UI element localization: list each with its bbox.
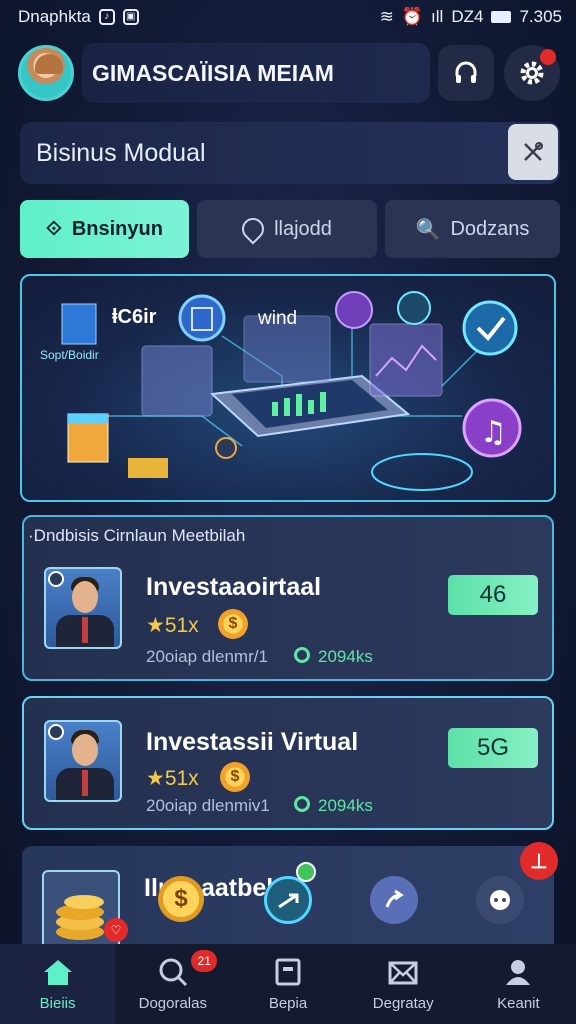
- headphones-icon: [455, 61, 477, 83]
- shield-icon: [237, 213, 269, 245]
- share-icon: [278, 893, 299, 909]
- banner-subcaption: Sopt/Boidir: [40, 348, 99, 362]
- document-icon: [275, 958, 301, 985]
- envelope-icon: [388, 961, 418, 984]
- bottom-navigation: Bieiis Dogoralas 21 Bepia Degratay Keani…: [0, 944, 576, 1024]
- nav-label: Bieiis: [39, 994, 76, 1012]
- tab-liquid[interactable]: llajodd: [197, 200, 377, 258]
- category-tabs: ⟐ Bnsinyun llajodd 🔍 Dodzans: [20, 200, 560, 258]
- nav-label: Bepia: [268, 994, 308, 1012]
- card-count: 2094ks: [294, 796, 373, 816]
- tools-button[interactable]: [508, 124, 558, 180]
- tab-business[interactable]: ⟐ Bnsinyun: [20, 200, 189, 258]
- app-header: GIMASCAЇISIA MEIAM: [18, 42, 560, 104]
- avatar[interactable]: [18, 45, 74, 101]
- alert-badge[interactable]: ⊥: [520, 842, 558, 880]
- banner-caption: ⱡC6ir: [112, 306, 157, 328]
- card-title: Investassii Virtual: [146, 728, 359, 756]
- diamond-arrow-icon: ⟐: [46, 217, 62, 240]
- app-notification-icon: ♪: [98, 9, 115, 25]
- module-label: Bisinus Modual: [36, 138, 206, 167]
- search-tool-icon: 🔍: [415, 218, 441, 241]
- card-meta: 20oiap dlenmr/1: [146, 647, 268, 666]
- chat-button[interactable]: [476, 876, 524, 924]
- banner-caption-2: wind: [258, 308, 298, 329]
- home-icon: [43, 959, 72, 985]
- carrier-name: Dnaphkta: [18, 7, 91, 26]
- nav-reports[interactable]: Bepia: [230, 944, 345, 1024]
- share-button[interactable]: [264, 876, 312, 924]
- online-indicator: [296, 862, 316, 882]
- coin-icon: $: [218, 609, 248, 639]
- investment-card[interactable]: Investassii Virtual ★51x $ 20oiap dlenmi…: [22, 696, 554, 830]
- tab-label: Dodzans: [450, 217, 530, 240]
- notification-dot: [540, 49, 556, 65]
- svg-text:♫: ♫: [480, 415, 507, 450]
- clock: 7.305: [519, 7, 562, 26]
- battery-icon: [491, 11, 512, 23]
- profile-portrait: [44, 720, 122, 802]
- card-title: Investaaoirtaal: [146, 573, 322, 601]
- card-meta: 20oiap dlenmiv1: [146, 796, 270, 815]
- rating: ★51x: [146, 614, 199, 637]
- search-icon: [159, 958, 187, 986]
- nav-label: Dogoralas: [138, 994, 207, 1012]
- wifi-icon: ≋: [379, 7, 394, 26]
- nav-mail[interactable]: Degratay: [346, 944, 461, 1024]
- coin-icon: $: [220, 762, 250, 792]
- nav-home[interactable]: Bieiis: [0, 944, 116, 1024]
- alarm-icon: ⏰: [401, 7, 424, 26]
- nav-badge: 21: [191, 950, 218, 972]
- section-heading: ·Dndbisis Cirnlaun Meetbilah: [28, 526, 246, 545]
- arrow-button[interactable]: [370, 876, 418, 924]
- nav-search[interactable]: Dogoralas 21: [115, 944, 230, 1024]
- score-badge: 46: [448, 575, 538, 615]
- page-title: GIMASCAЇISIA MEIAM: [82, 43, 430, 103]
- tab-label: Bnsinyun: [71, 217, 163, 240]
- thumbnail-badge: ♡: [104, 918, 128, 942]
- settings-button[interactable]: [504, 45, 560, 101]
- nav-label: Keanit: [497, 994, 540, 1012]
- status-bar: Dnaphkta ♪ ▣ ≋ ⏰ ıll DZ4 7.305: [0, 0, 576, 34]
- module-bar[interactable]: Bisinus Modual: [20, 122, 560, 184]
- headphones-button[interactable]: [438, 45, 494, 101]
- curved-arrow-icon: [385, 889, 404, 908]
- profile-portrait: [44, 567, 122, 649]
- hero-banner[interactable]: ♫ ⱡC6ir wind Sopt/Boidir: [20, 274, 556, 502]
- media-notification-icon: ▣: [122, 9, 139, 25]
- tools-icon: [524, 142, 543, 161]
- nav-profile[interactable]: Keanit: [461, 944, 576, 1024]
- rating: ★51x: [146, 767, 199, 790]
- network-type: DZ4: [451, 7, 484, 26]
- tab-dividends[interactable]: 🔍 Dodzans: [385, 200, 560, 258]
- user-icon: [506, 959, 531, 985]
- tab-label: llajodd: [274, 217, 332, 240]
- nav-label: Degratay: [372, 994, 434, 1012]
- signal-icon: ıll: [431, 7, 444, 26]
- card-count: 2094ks: [294, 647, 373, 667]
- chat-bubble-icon: [490, 890, 510, 910]
- score-badge: 5G: [448, 728, 538, 768]
- dollar-coin-button[interactable]: $: [158, 876, 204, 922]
